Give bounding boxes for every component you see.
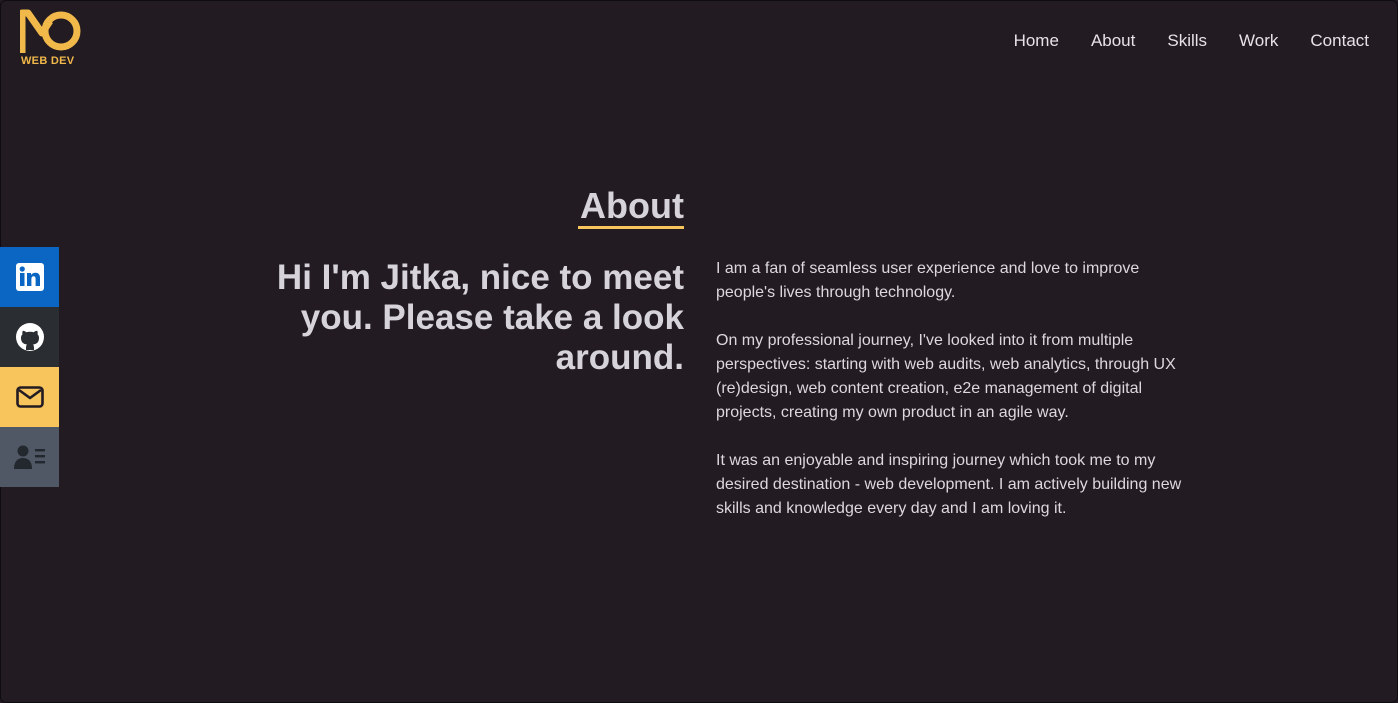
github-link[interactable]: [0, 307, 59, 367]
intro-heading: Hi I'm Jitka, nice to meet you. Please t…: [276, 258, 684, 377]
linkedin-link[interactable]: [0, 247, 59, 307]
logo-mark-icon: [20, 9, 81, 53]
nav-about[interactable]: About: [1091, 31, 1135, 51]
nav-work[interactable]: Work: [1239, 31, 1278, 51]
bio-paragraph: On my professional journey, I've looked …: [716, 332, 1176, 421]
mail-icon: [15, 386, 44, 408]
bio-paragraph: I am a fan of seamless user experience a…: [716, 260, 1140, 301]
resume-icon: [13, 445, 45, 469]
window-frame: [0, 0, 1398, 703]
nav-contact[interactable]: Contact: [1310, 31, 1369, 51]
nav-home[interactable]: Home: [1014, 31, 1059, 51]
bio-paragraph: It was an enjoyable and inspiring journe…: [716, 452, 1182, 517]
about-bio: I am a fan of seamless user experience a…: [716, 257, 1186, 545]
github-icon: [15, 323, 44, 351]
nav-skills[interactable]: Skills: [1167, 31, 1207, 51]
linkedin-icon: [15, 263, 44, 291]
main-nav: Home About Skills Work Contact: [1014, 31, 1369, 51]
resume-link[interactable]: [0, 427, 59, 487]
heading-underline: [578, 226, 684, 229]
about-heading: About: [580, 185, 684, 226]
email-link[interactable]: [0, 367, 59, 427]
social-sidebar: [0, 247, 59, 487]
logo-text: WEB DEV: [21, 55, 75, 67]
